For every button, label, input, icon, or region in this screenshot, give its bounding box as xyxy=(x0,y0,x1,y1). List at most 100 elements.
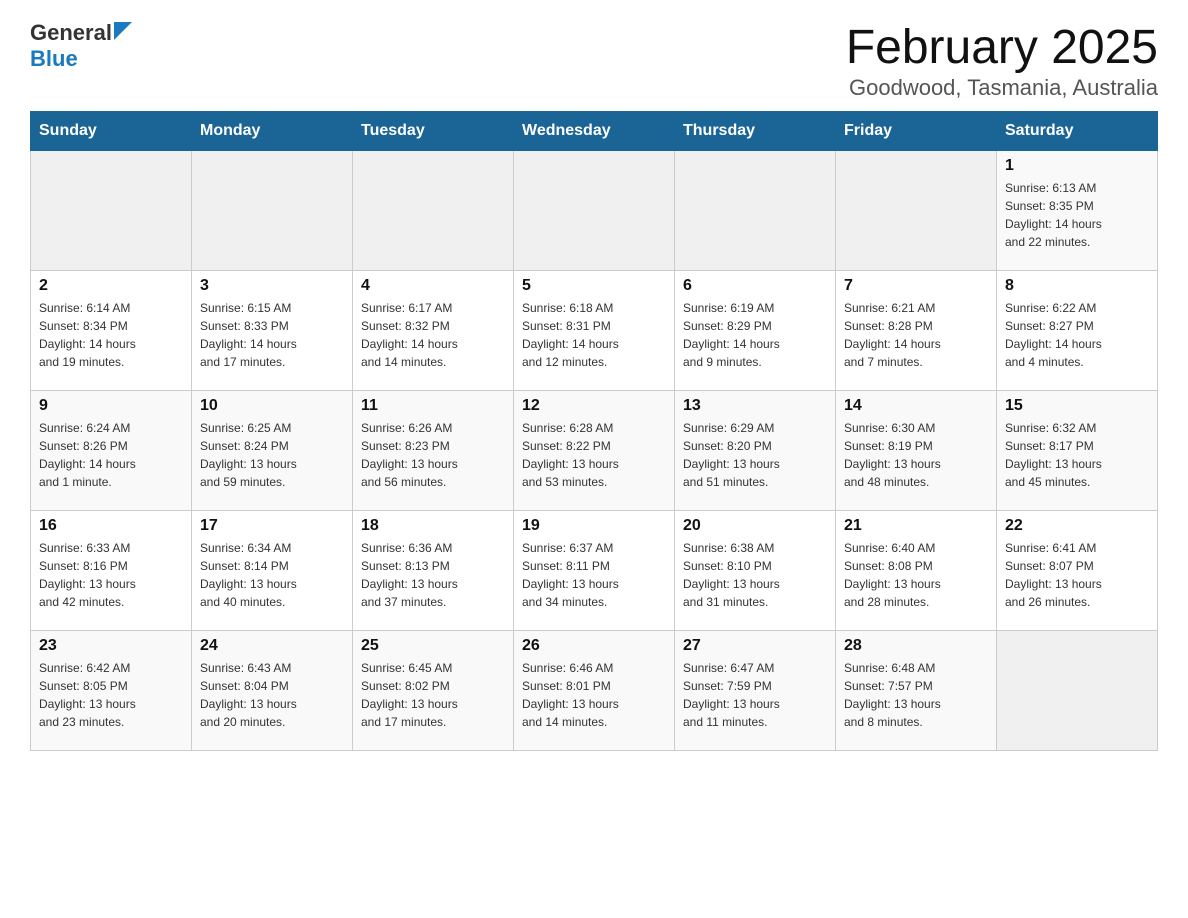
day-info: Sunrise: 6:36 AM Sunset: 8:13 PM Dayligh… xyxy=(361,539,505,611)
day-number: 15 xyxy=(1005,397,1149,415)
day-info: Sunrise: 6:46 AM Sunset: 8:01 PM Dayligh… xyxy=(522,659,666,731)
day-number: 25 xyxy=(361,637,505,655)
calendar-cell: 22 Sunrise: 6:41 AM Sunset: 8:07 PM Dayli… xyxy=(997,511,1158,631)
calendar-cell: 17 Sunrise: 6:34 AM Sunset: 8:14 PM Dayli… xyxy=(192,511,353,631)
calendar-cell: 19 Sunrise: 6:37 AM Sunset: 8:11 PM Dayli… xyxy=(514,511,675,631)
day-info: Sunrise: 6:14 AM Sunset: 8:34 PM Dayligh… xyxy=(39,299,183,371)
calendar-cell: 20 Sunrise: 6:38 AM Sunset: 8:10 PM Dayli… xyxy=(675,511,836,631)
day-of-week-header: Monday xyxy=(192,112,353,151)
day-info: Sunrise: 6:45 AM Sunset: 8:02 PM Dayligh… xyxy=(361,659,505,731)
calendar-cell: 10 Sunrise: 6:25 AM Sunset: 8:24 PM Dayli… xyxy=(192,391,353,511)
day-number: 12 xyxy=(522,397,666,415)
day-number: 16 xyxy=(39,517,183,535)
calendar-cell: 24Sunrise: 6:43 AM Sunset: 8:04 PM Dayli… xyxy=(192,631,353,751)
calendar-cell: 4 Sunrise: 6:17 AM Sunset: 8:32 PM Daylig… xyxy=(353,271,514,391)
calendar-cell: 28 Sunrise: 6:48 AM Sunset: 7:57 PM Dayli… xyxy=(836,631,997,751)
calendar-cell: 13 Sunrise: 6:29 AM Sunset: 8:20 PM Dayli… xyxy=(675,391,836,511)
day-info: Sunrise: 6:40 AM Sunset: 8:08 PM Dayligh… xyxy=(844,539,988,611)
logo: General Blue xyxy=(30,20,132,72)
calendar-cell: 11 Sunrise: 6:26 AM Sunset: 8:23 PM Dayli… xyxy=(353,391,514,511)
day-info: Sunrise: 6:28 AM Sunset: 8:22 PM Dayligh… xyxy=(522,419,666,491)
calendar-cell: 25 Sunrise: 6:45 AM Sunset: 8:02 PM Dayli… xyxy=(353,631,514,751)
day-number: 19 xyxy=(522,517,666,535)
day-info: Sunrise: 6:38 AM Sunset: 8:10 PM Dayligh… xyxy=(683,539,827,611)
day-number: 23 xyxy=(39,637,183,655)
day-of-week-header: Friday xyxy=(836,112,997,151)
logo-arrow-icon xyxy=(114,22,132,40)
day-of-week-header: Thursday xyxy=(675,112,836,151)
day-number: 7 xyxy=(844,277,988,295)
day-number: 8 xyxy=(1005,277,1149,295)
day-info: Sunrise: 6:25 AM Sunset: 8:24 PM Dayligh… xyxy=(200,419,344,491)
day-number: 20 xyxy=(683,517,827,535)
calendar-cell: 9Sunrise: 6:24 AM Sunset: 8:26 PM Daylig… xyxy=(31,391,192,511)
calendar-week-row: 1 Sunrise: 6:13 AM Sunset: 8:35 PM Daylig… xyxy=(31,151,1158,271)
day-number: 18 xyxy=(361,517,505,535)
day-number: 3 xyxy=(200,277,344,295)
calendar-week-row: 16 Sunrise: 6:33 AM Sunset: 8:16 PM Dayli… xyxy=(31,511,1158,631)
header-row: SundayMondayTuesdayWednesdayThursdayFrid… xyxy=(31,112,1158,151)
day-info: Sunrise: 6:22 AM Sunset: 8:27 PM Dayligh… xyxy=(1005,299,1149,371)
calendar-week-row: 23 Sunrise: 6:42 AM Sunset: 8:05 PM Dayli… xyxy=(31,631,1158,751)
day-of-week-header: Tuesday xyxy=(353,112,514,151)
day-number: 9 xyxy=(39,397,183,415)
day-number: 24 xyxy=(200,637,344,655)
calendar-table: SundayMondayTuesdayWednesdayThursdayFrid… xyxy=(30,111,1158,751)
calendar-week-row: 9Sunrise: 6:24 AM Sunset: 8:26 PM Daylig… xyxy=(31,391,1158,511)
calendar-cell xyxy=(31,151,192,271)
day-info: Sunrise: 6:34 AM Sunset: 8:14 PM Dayligh… xyxy=(200,539,344,611)
calendar-cell: 7Sunrise: 6:21 AM Sunset: 8:28 PM Daylig… xyxy=(836,271,997,391)
day-info: Sunrise: 6:29 AM Sunset: 8:20 PM Dayligh… xyxy=(683,419,827,491)
calendar-cell: 1 Sunrise: 6:13 AM Sunset: 8:35 PM Daylig… xyxy=(997,151,1158,271)
day-of-week-header: Wednesday xyxy=(514,112,675,151)
day-info: Sunrise: 6:47 AM Sunset: 7:59 PM Dayligh… xyxy=(683,659,827,731)
day-of-week-header: Saturday xyxy=(997,112,1158,151)
calendar-cell: 27 Sunrise: 6:47 AM Sunset: 7:59 PM Dayli… xyxy=(675,631,836,751)
day-info: Sunrise: 6:48 AM Sunset: 7:57 PM Dayligh… xyxy=(844,659,988,731)
calendar-cell: 26 Sunrise: 6:46 AM Sunset: 8:01 PM Dayli… xyxy=(514,631,675,751)
day-number: 17 xyxy=(200,517,344,535)
day-number: 26 xyxy=(522,637,666,655)
day-number: 22 xyxy=(1005,517,1149,535)
day-info: Sunrise: 6:32 AM Sunset: 8:17 PM Dayligh… xyxy=(1005,419,1149,491)
day-of-week-header: Sunday xyxy=(31,112,192,151)
day-info: Sunrise: 6:18 AM Sunset: 8:31 PM Dayligh… xyxy=(522,299,666,371)
day-number: 1 xyxy=(1005,157,1149,175)
calendar-cell: 8 Sunrise: 6:22 AM Sunset: 8:27 PM Daylig… xyxy=(997,271,1158,391)
day-info: Sunrise: 6:41 AM Sunset: 8:07 PM Dayligh… xyxy=(1005,539,1149,611)
calendar-cell: 3 Sunrise: 6:15 AM Sunset: 8:33 PM Daylig… xyxy=(192,271,353,391)
day-info: Sunrise: 6:17 AM Sunset: 8:32 PM Dayligh… xyxy=(361,299,505,371)
calendar-cell: 21Sunrise: 6:40 AM Sunset: 8:08 PM Dayli… xyxy=(836,511,997,631)
page-header: General Blue February 2025 Goodwood, Tas… xyxy=(30,20,1158,101)
day-info: Sunrise: 6:37 AM Sunset: 8:11 PM Dayligh… xyxy=(522,539,666,611)
day-number: 13 xyxy=(683,397,827,415)
day-number: 27 xyxy=(683,637,827,655)
day-number: 2 xyxy=(39,277,183,295)
calendar-cell: 14 Sunrise: 6:30 AM Sunset: 8:19 PM Dayli… xyxy=(836,391,997,511)
day-number: 28 xyxy=(844,637,988,655)
day-info: Sunrise: 6:26 AM Sunset: 8:23 PM Dayligh… xyxy=(361,419,505,491)
day-info: Sunrise: 6:13 AM Sunset: 8:35 PM Dayligh… xyxy=(1005,179,1149,251)
calendar-cell xyxy=(514,151,675,271)
day-number: 10 xyxy=(200,397,344,415)
calendar-cell: 5 Sunrise: 6:18 AM Sunset: 8:31 PM Daylig… xyxy=(514,271,675,391)
page-subtitle: Goodwood, Tasmania, Australia xyxy=(846,75,1158,101)
day-info: Sunrise: 6:15 AM Sunset: 8:33 PM Dayligh… xyxy=(200,299,344,371)
day-info: Sunrise: 6:33 AM Sunset: 8:16 PM Dayligh… xyxy=(39,539,183,611)
calendar-cell: 23 Sunrise: 6:42 AM Sunset: 8:05 PM Dayli… xyxy=(31,631,192,751)
calendar-cell: 18 Sunrise: 6:36 AM Sunset: 8:13 PM Dayli… xyxy=(353,511,514,631)
calendar-cell: 15 Sunrise: 6:32 AM Sunset: 8:17 PM Dayli… xyxy=(997,391,1158,511)
calendar-cell: 2 Sunrise: 6:14 AM Sunset: 8:34 PM Daylig… xyxy=(31,271,192,391)
calendar-cell xyxy=(675,151,836,271)
page-title: February 2025 xyxy=(846,20,1158,75)
day-number: 14 xyxy=(844,397,988,415)
day-info: Sunrise: 6:42 AM Sunset: 8:05 PM Dayligh… xyxy=(39,659,183,731)
calendar-week-row: 2 Sunrise: 6:14 AM Sunset: 8:34 PM Daylig… xyxy=(31,271,1158,391)
day-info: Sunrise: 6:30 AM Sunset: 8:19 PM Dayligh… xyxy=(844,419,988,491)
day-number: 4 xyxy=(361,277,505,295)
day-number: 11 xyxy=(361,397,505,415)
day-number: 5 xyxy=(522,277,666,295)
calendar-cell xyxy=(192,151,353,271)
calendar-cell xyxy=(353,151,514,271)
calendar-body: 1 Sunrise: 6:13 AM Sunset: 8:35 PM Daylig… xyxy=(31,151,1158,751)
